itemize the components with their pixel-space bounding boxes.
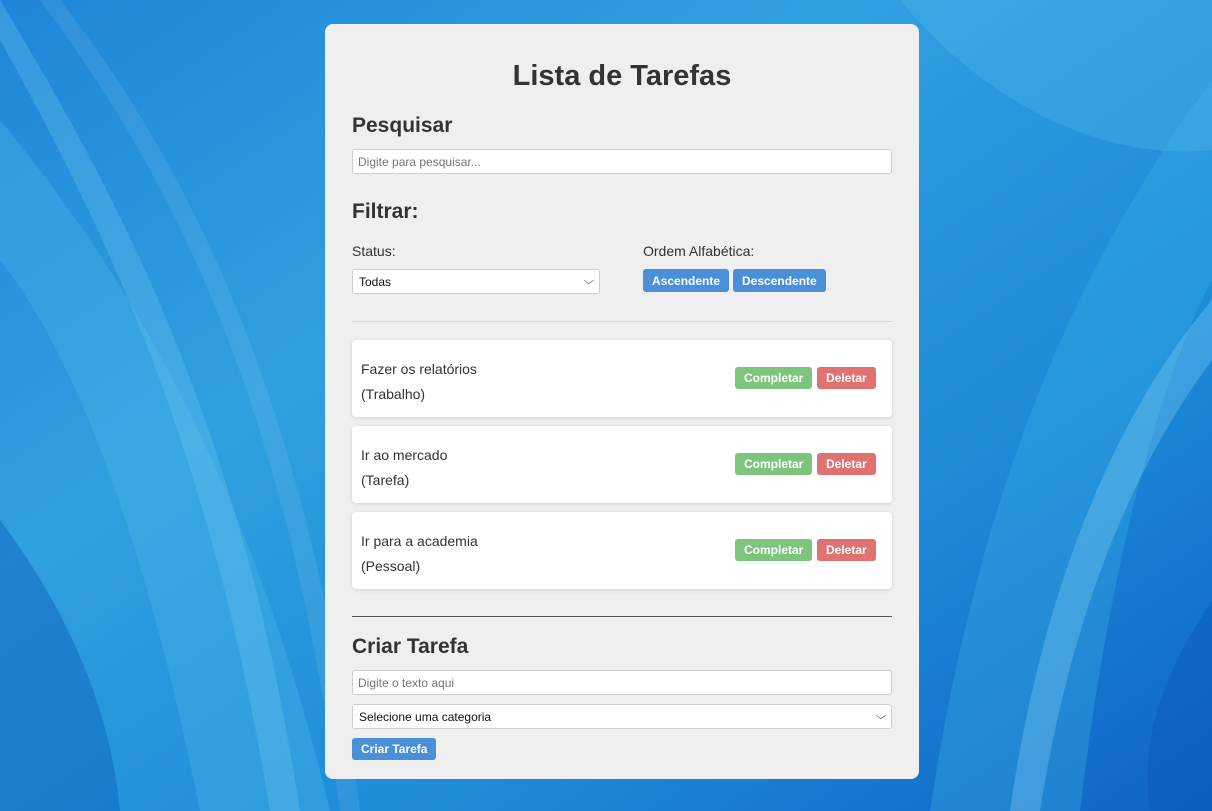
- sort-descending-button[interactable]: Descendente: [733, 269, 826, 292]
- create-task-heading: Criar Tarefa: [352, 635, 469, 658]
- chevron-down-icon: ⌵: [583, 276, 595, 287]
- todo-app-panel: Lista de Tarefas Pesquisar Filtrar: Stat…: [325, 24, 919, 779]
- complete-task-button[interactable]: Completar: [735, 539, 813, 561]
- complete-task-button[interactable]: Completar: [735, 453, 813, 475]
- task-category: (Tarefa): [361, 472, 410, 488]
- task-text: Ir ao mercado: [361, 447, 448, 463]
- task-text-input[interactable]: [352, 670, 892, 695]
- status-select-value: Todas: [359, 274, 392, 289]
- task-item: Ir ao mercado (Tarefa) Completar Deletar: [352, 426, 892, 503]
- filter-heading: Filtrar:: [352, 200, 419, 223]
- delete-task-button[interactable]: Deletar: [817, 367, 876, 389]
- task-text: Ir para a academia: [361, 533, 478, 549]
- status-select[interactable]: Todas ⌵: [352, 269, 600, 294]
- search-heading: Pesquisar: [352, 114, 453, 137]
- delete-task-button[interactable]: Deletar: [817, 453, 876, 475]
- category-select-value: Selecione uma categoria: [359, 709, 492, 724]
- task-text: Fazer os relatórios: [361, 361, 477, 377]
- chevron-down-icon: ⌵: [875, 711, 887, 722]
- sort-ascending-button[interactable]: Ascendente: [643, 269, 730, 292]
- task-category: (Pessoal): [361, 558, 421, 574]
- alphabetical-order-label: Ordem Alfabética:: [643, 243, 755, 259]
- task-item: Ir para a academia (Pessoal) Completar D…: [352, 512, 892, 589]
- create-divider: [352, 616, 892, 617]
- search-input[interactable]: [352, 149, 892, 174]
- task-item: Fazer os relatórios (Trabalho) Completar…: [352, 340, 892, 417]
- category-select[interactable]: Selecione uma categoria ⌵: [352, 704, 892, 729]
- complete-task-button[interactable]: Completar: [735, 367, 813, 389]
- status-label: Status:: [352, 243, 396, 259]
- create-task-button[interactable]: Criar Tarefa: [352, 738, 437, 760]
- filter-divider: [352, 321, 892, 322]
- delete-task-button[interactable]: Deletar: [817, 539, 876, 561]
- page-title: Lista de Tarefas: [512, 60, 732, 92]
- task-category: (Trabalho): [361, 386, 426, 402]
